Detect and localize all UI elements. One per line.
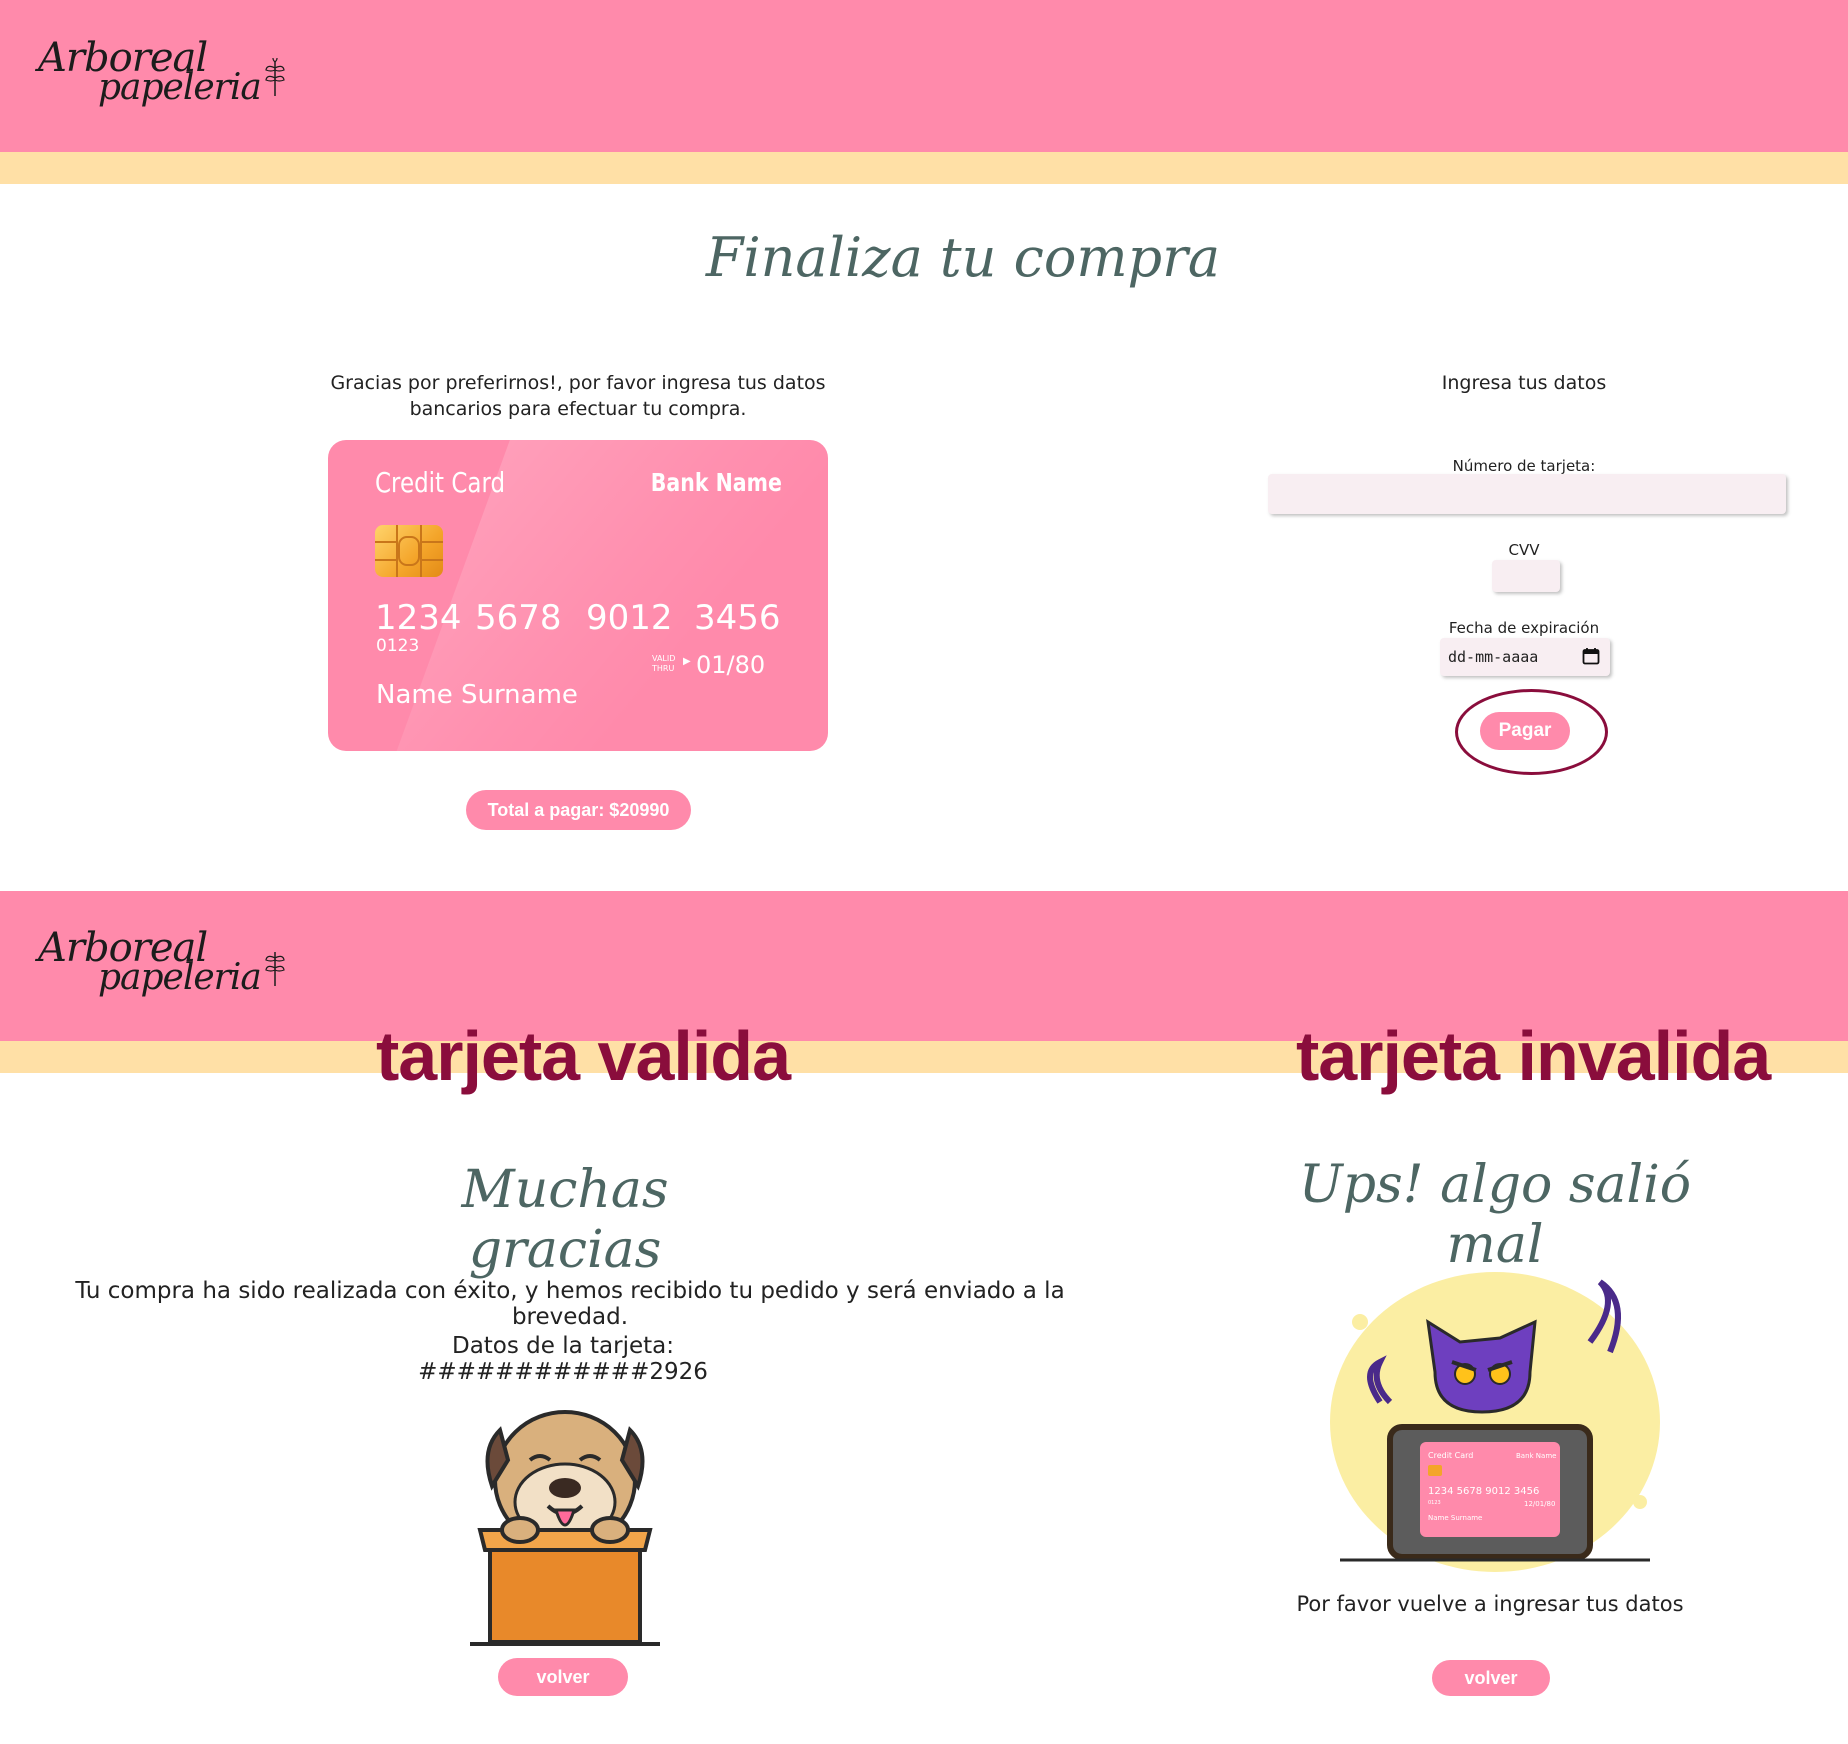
mini-card-label: Credit Card xyxy=(1428,1451,1473,1460)
leaf-sprig-icon xyxy=(265,58,285,96)
error-message: Por favor vuelve a ingresar tus datos xyxy=(1296,1592,1684,1616)
leaf-sprig-icon xyxy=(265,952,285,986)
mini-card-holder: Name Surname xyxy=(1428,1514,1482,1522)
card-valid-label-2: THRU xyxy=(652,664,675,673)
brand-line-2-bottom: papeleria xyxy=(98,957,262,998)
brand-logo[interactable]: Arboreal papeleria xyxy=(38,38,285,108)
expiry-label: Fecha de expiración xyxy=(1448,619,1600,637)
form-heading: Ingresa tus datos xyxy=(1441,372,1607,394)
error-title: Ups! algo salió mal xyxy=(1298,1155,1692,1275)
success-title: Muchas gracias xyxy=(461,1160,669,1280)
error-back-button[interactable]: volver xyxy=(1432,1660,1550,1696)
mini-card-expiry: 12/01/80 xyxy=(1524,1500,1555,1508)
total-button[interactable]: Total a pagar: $20990 xyxy=(466,790,691,830)
card-number-label: Número de tarjeta: xyxy=(1452,457,1596,475)
angry-cat-laptop-illustration: Credit Card Bank Name 1234 5678 9012 345… xyxy=(1330,1272,1660,1572)
expiry-date-placeholder: dd-mm-aaaa xyxy=(1448,648,1539,666)
page-title-checkout: Finaliza tu compra xyxy=(705,226,1221,289)
annotation-valid: tarjeta valida xyxy=(376,1017,791,1095)
cvv-input[interactable] xyxy=(1492,560,1560,592)
annotation-invalid: tarjeta invalida xyxy=(1296,1017,1771,1095)
pug-in-box-illustration xyxy=(470,1410,660,1646)
mini-card-number: 1234 5678 9012 3456 xyxy=(1428,1486,1539,1497)
calendar-icon[interactable] xyxy=(1582,647,1600,665)
success-message: Tu compra ha sido realizada con éxito, y… xyxy=(75,1278,1065,1330)
card-number-group-3: 9012 xyxy=(586,598,673,638)
mini-card-code: 0123 xyxy=(1428,1500,1441,1506)
card-type-label: Credit Card xyxy=(375,466,506,499)
card-expiry: 01/80 xyxy=(696,651,766,679)
card-valid-label-1: VALID xyxy=(652,654,676,663)
credit-card-preview: Credit Card Bank Name 1234 5678 9012 345… xyxy=(328,440,828,751)
cvv-label: CVV xyxy=(1508,541,1540,559)
success-card-info: Datos de la tarjeta: ############2926 xyxy=(418,1333,708,1385)
card-number-group-1: 1234 xyxy=(375,598,462,638)
card-chip-icon xyxy=(375,525,443,577)
brand-line-2: papeleria xyxy=(98,67,262,108)
card-number-group-2: 5678 xyxy=(475,598,562,638)
card-number-group-4: 3456 xyxy=(694,598,781,638)
checkout-intro-line-1: Gracias por preferirnos!, por favor ingr… xyxy=(330,372,826,394)
success-back-button[interactable]: volver xyxy=(498,1658,628,1696)
checkout-intro-line-2: bancarios para efectuar tu compra. xyxy=(409,398,747,420)
pay-button[interactable]: Pagar xyxy=(1480,712,1570,750)
card-bank-name: Bank Name xyxy=(650,468,782,497)
card-small-code: 0123 xyxy=(376,636,420,656)
header-stripe-top xyxy=(0,152,1848,184)
card-holder-name: Name Surname xyxy=(376,680,578,710)
brand-logo-bottom[interactable]: Arboreal papeleria xyxy=(38,928,285,998)
mini-card-bank: Bank Name xyxy=(1516,1452,1556,1460)
card-number-input[interactable] xyxy=(1268,474,1786,514)
card-valid-arrow-icon: ▶ xyxy=(683,656,691,667)
expiry-date-input[interactable]: dd-mm-aaaa xyxy=(1440,638,1610,676)
